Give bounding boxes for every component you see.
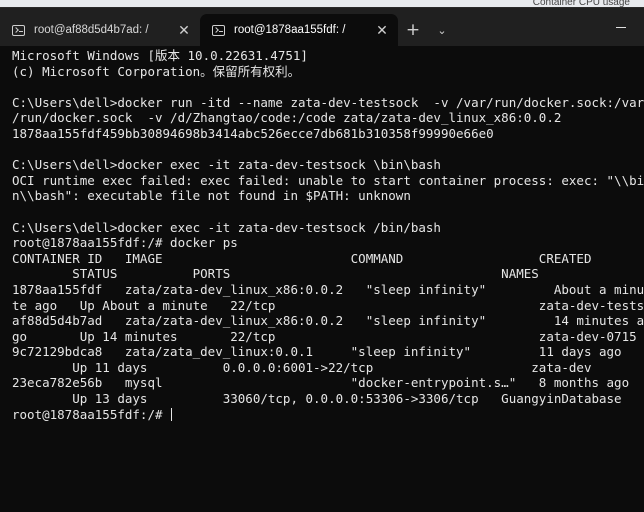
- terminal-line: C:\Users\dell>docker exec -it zata-dev-t…: [12, 157, 441, 173]
- terminal-line: Up 13 days 33060/tcp, 0.0.0.0:53306->330…: [12, 391, 622, 407]
- tab-title: root@1878aa155fdf: /: [234, 24, 346, 36]
- terminal-line: (c) Microsoft Corporation。保留所有权利。: [12, 63, 301, 79]
- terminal-line: te ago Up About a minute 22/tcp zata-dev…: [12, 297, 644, 313]
- terminal-line: 1878aa155fdf zata/zata-dev_linux_x86:0.0…: [12, 281, 644, 297]
- new-tab-button[interactable]: +: [398, 14, 428, 46]
- close-icon[interactable]: ✕: [176, 22, 192, 38]
- terminal-line: C:\Users\dell>docker run -itd --name zat…: [12, 94, 644, 110]
- terminal-line: CONTAINER ID IMAGE COMMAND CREATED: [12, 250, 592, 266]
- terminal-line: go Up 14 minutes 22/tcp zata-dev-0715: [12, 328, 637, 344]
- terminal-icon: [212, 24, 225, 36]
- terminal-line: root@1878aa155fdf:/# docker ps: [12, 235, 238, 251]
- terminal-line: 23eca782e56b mysql "docker-entrypoint.s……: [12, 375, 630, 391]
- terminal-line: n\\bash": executable file not found in $…: [12, 188, 411, 204]
- terminal-icon: [12, 24, 25, 36]
- terminal-line: 9c72129bdca8 zata/zata_dev_linux:0.0.1 "…: [12, 344, 622, 360]
- close-icon[interactable]: ✕: [374, 22, 390, 38]
- terminal-line: STATUS PORTS NAMES: [12, 266, 539, 282]
- terminal-line: Up 11 days 0.0.0.0:6001->22/tcp zata-dev: [12, 359, 592, 375]
- terminal-line: root@1878aa155fdf:/#: [12, 406, 173, 422]
- text-cursor: [171, 407, 173, 421]
- tab-1878aa155fdf[interactable]: root@1878aa155fdf: / ✕: [200, 14, 398, 46]
- terminal-output[interactable]: Microsoft Windows [版本 10.0.22631.4751] (c…: [12, 48, 644, 512]
- terminal-window: root@af88d5d4b7ad: / ✕ root@1878aa155fdf…: [0, 8, 644, 512]
- terminal-line: /run/docker.sock -v /d/Zhangtao/code:/co…: [12, 110, 562, 126]
- minimize-button[interactable]: [598, 12, 644, 42]
- terminal-line: Microsoft Windows [版本 10.0.22631.4751]: [12, 48, 308, 63]
- window-controls: [598, 8, 644, 46]
- background-window-label: Container CPU usage: [532, 0, 630, 8]
- tab-bar: root@af88d5d4b7ad: / ✕ root@1878aa155fdf…: [0, 8, 644, 46]
- terminal-line: 1878aa155fdf459bb30894698b3414abc526ecce…: [12, 125, 494, 141]
- terminal-line: C:\Users\dell>docker exec -it zata-dev-t…: [12, 219, 441, 235]
- chevron-down-icon[interactable]: ⌄: [428, 14, 456, 46]
- terminal-line: af88d5d4b7ad zata/zata-dev_linux_x86:0.0…: [12, 313, 644, 329]
- tab-af88d5d4b7ad[interactable]: root@af88d5d4b7ad: / ✕: [0, 14, 200, 46]
- minimize-icon: [616, 26, 626, 28]
- tab-title: root@af88d5d4b7ad: /: [34, 24, 149, 36]
- terminal-line: OCI runtime exec failed: exec failed: un…: [12, 172, 644, 188]
